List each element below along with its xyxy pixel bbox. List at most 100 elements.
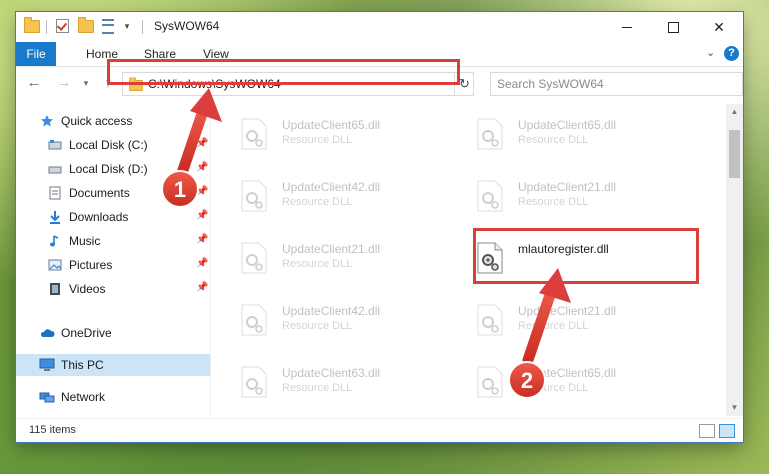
back-arrow-icon: ← <box>26 74 42 91</box>
file-description: Resource DLL <box>518 382 589 394</box>
new-folder-icon[interactable] <box>78 16 94 34</box>
file-name: UpdateClient65.dll <box>518 366 617 380</box>
file-name: UpdateClient63.dll <box>282 366 381 380</box>
pin-icon[interactable]: 📌 <box>196 258 208 269</box>
vertical-scrollbar[interactable]: ▲ ▼ <box>726 104 743 416</box>
toolbar-divider <box>142 20 143 34</box>
sidebar-item-local-disk-c[interactable]: Local Disk (C:) 📌 <box>16 134 210 156</box>
pin-icon[interactable]: 📌 <box>196 138 208 149</box>
minimize-icon <box>622 26 632 28</box>
pin-icon[interactable]: 📌 <box>196 186 208 197</box>
toolbar-divider <box>46 20 47 34</box>
sidebar-item-music[interactable]: Music 📌 <box>16 230 210 252</box>
sidebar-item-pictures[interactable]: Pictures 📌 <box>16 254 210 276</box>
navigation-pane: Quick access Local Disk (C:) 📌 Local Dis… <box>16 104 210 416</box>
file-item[interactable]: UpdateClient65.dll Resource DLL <box>212 110 432 156</box>
sidebar-item-label: Local Disk (C:) <box>69 138 148 152</box>
title-bar: ▾ SysWOW64 ✕ <box>16 12 743 42</box>
computer-icon <box>39 358 55 371</box>
videos-icon <box>50 283 60 295</box>
file-item[interactable]: UpdateClient65.dll Resource DLL <box>448 358 668 404</box>
file-description: Resource DLL <box>518 134 589 146</box>
dll-file-icon <box>241 180 267 212</box>
pin-icon[interactable]: 📌 <box>196 282 208 293</box>
sidebar-item-quick-access[interactable]: Quick access <box>16 110 210 132</box>
sidebar-item-documents[interactable]: Documents 📌 <box>16 182 210 204</box>
scroll-up-icon[interactable]: ▲ <box>726 104 743 120</box>
expand-ribbon-icon[interactable]: ⌄ <box>706 46 715 59</box>
search-box[interactable]: Search SysWOW64 <box>490 72 743 96</box>
sidebar-item-label: Documents <box>69 186 130 200</box>
maximize-icon <box>667 21 679 33</box>
maximize-button[interactable] <box>650 12 696 42</box>
forward-arrow-icon: → <box>56 74 72 91</box>
pin-icon[interactable]: 📌 <box>196 210 208 221</box>
dll-file-icon <box>241 366 267 398</box>
window-title: SysWOW64 <box>154 19 220 33</box>
properties-check-icon[interactable] <box>54 18 70 34</box>
sidebar-item-label: This PC <box>61 358 104 372</box>
sidebar-item-local-disk-d[interactable]: Local Disk (D:) 📌 <box>16 158 210 180</box>
download-icon <box>50 211 60 224</box>
dll-file-icon <box>477 180 503 212</box>
pin-icon[interactable]: 📌 <box>196 234 208 245</box>
file-description: Resource DLL <box>282 258 353 270</box>
scroll-down-icon[interactable]: ▼ <box>726 400 743 416</box>
file-highlight-box <box>473 228 699 284</box>
address-highlight-box <box>107 59 460 85</box>
file-name: UpdateClient65.dll <box>518 118 617 132</box>
file-item[interactable]: UpdateClient63.dll Resource DLL <box>212 358 432 404</box>
status-bar: 115 items <box>16 418 743 443</box>
search-placeholder: Search SysWOW64 <box>497 77 604 91</box>
sidebar-item-network[interactable]: Network <box>16 386 210 408</box>
tiles-view-icon[interactable] <box>719 424 735 438</box>
sidebar-item-label: Videos <box>69 282 106 296</box>
music-icon <box>50 235 59 247</box>
file-description: Resource DLL <box>518 196 589 208</box>
file-name: UpdateClient21.dll <box>282 242 381 256</box>
dll-file-icon <box>477 366 503 398</box>
close-button[interactable]: ✕ <box>696 12 742 42</box>
file-name: UpdateClient42.dll <box>282 304 381 318</box>
sidebar-item-label: Local Disk (D:) <box>69 162 148 176</box>
sidebar-item-label: Quick access <box>61 114 133 128</box>
file-item[interactable]: UpdateClient21.dll Resource DLL <box>448 172 668 218</box>
file-description: Resource DLL <box>282 196 353 208</box>
drive-icon <box>48 166 62 174</box>
file-description: Resource DLL <box>282 134 353 146</box>
file-item[interactable]: UpdateClient42.dll Resource DLL <box>212 172 432 218</box>
tab-file[interactable]: File <box>16 42 56 66</box>
dll-file-icon <box>241 242 267 274</box>
sidebar-item-downloads[interactable]: Downloads 📌 <box>16 206 210 228</box>
recent-locations-button[interactable]: ▾ <box>78 75 94 91</box>
file-item[interactable]: UpdateClient42.dll Resource DLL <box>212 296 432 342</box>
star-icon <box>41 115 53 127</box>
item-count: 115 items <box>29 424 76 436</box>
file-item[interactable]: UpdateClient21.dll Resource DLL <box>212 234 432 280</box>
minimize-button[interactable] <box>604 12 650 42</box>
help-button[interactable]: ? <box>724 46 739 61</box>
pane-splitter[interactable] <box>210 104 211 416</box>
folder-icon[interactable] <box>24 16 40 34</box>
forward-button[interactable]: → <box>56 75 72 91</box>
file-item[interactable]: UpdateClient21.dll Resource DLL <box>448 296 668 342</box>
documents-icon <box>49 186 61 200</box>
dll-file-icon <box>477 118 503 150</box>
scroll-thumb[interactable] <box>729 130 740 178</box>
file-item[interactable]: UpdateClient65.dll Resource DLL <box>448 110 668 156</box>
sidebar-item-label: Network <box>61 390 106 404</box>
details-view-icon[interactable] <box>699 424 715 438</box>
cloud-icon <box>40 329 55 337</box>
sidebar-item-onedrive[interactable]: OneDrive <box>16 322 210 344</box>
sidebar-item-this-pc[interactable]: This PC <box>16 354 210 376</box>
dll-file-icon <box>241 304 267 336</box>
sidebar-item-videos[interactable]: Videos 📌 <box>16 278 210 300</box>
pin-icon[interactable]: 📌 <box>196 162 208 173</box>
pictures-icon <box>48 259 62 271</box>
chevron-down-icon[interactable]: ▾ <box>119 18 135 34</box>
network-icon <box>39 392 55 403</box>
customize-icon[interactable] <box>100 18 116 34</box>
sidebar-item-label: Pictures <box>69 258 113 272</box>
close-icon: ✕ <box>713 18 725 35</box>
back-button[interactable]: ← <box>26 75 42 91</box>
